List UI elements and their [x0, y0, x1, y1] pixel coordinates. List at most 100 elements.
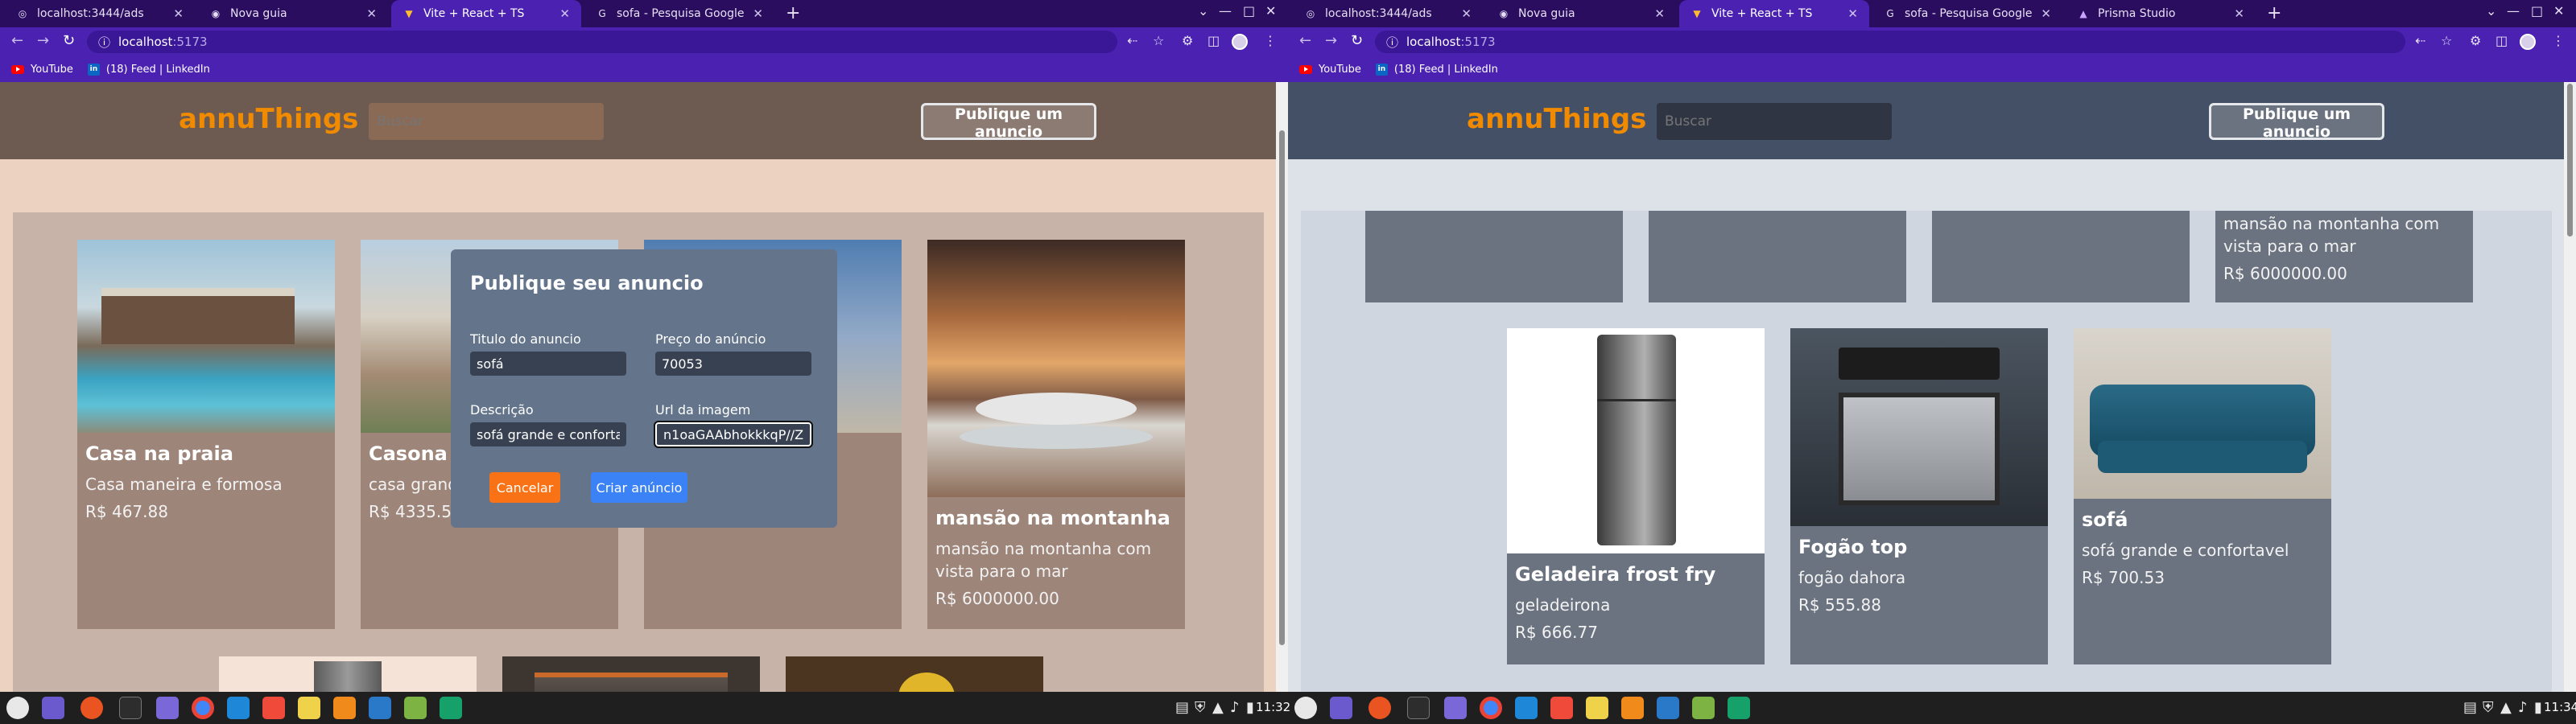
firefox-icon[interactable]: [1368, 697, 1391, 719]
android-icon[interactable]: [404, 697, 427, 719]
ad-card[interactable]: [1932, 211, 2190, 302]
shield-icon[interactable]: ⛨: [2483, 699, 2494, 716]
share-icon[interactable]: ⇠: [2415, 33, 2425, 48]
mongodb-compass-icon[interactable]: [440, 697, 462, 719]
menu-kebab-icon[interactable]: ⋮: [2552, 33, 2565, 48]
close-tab-icon[interactable]: ✕: [2041, 6, 2051, 21]
httpie-icon[interactable]: [262, 697, 285, 719]
vscode-icon[interactable]: [227, 697, 250, 719]
ad-card[interactable]: mansão na montanha com vista para o mar …: [2215, 211, 2473, 302]
sublime-icon[interactable]: [333, 697, 356, 719]
bookmark-youtube[interactable]: YouTube: [11, 64, 73, 76]
bookmark-linkedin[interactable]: in (18) Feed | LinkedIn: [1375, 63, 1498, 76]
clipboard-icon[interactable]: ▤: [1175, 699, 1189, 716]
ad-card[interactable]: [786, 656, 1043, 692]
mongodb-compass-icon[interactable]: [1728, 697, 1750, 719]
battery-icon[interactable]: ▮: [2534, 699, 2542, 716]
clock[interactable]: 11:34: [2544, 700, 2576, 714]
back-icon[interactable]: ←: [11, 32, 23, 49]
close-tab-icon[interactable]: ✕: [559, 6, 570, 21]
image-url-input[interactable]: [654, 421, 813, 448]
title-input[interactable]: [470, 352, 626, 376]
chrome-icon[interactable]: [1480, 697, 1502, 719]
network-icon[interactable]: ▲: [1212, 699, 1224, 716]
android-studio-icon[interactable]: [1657, 697, 1679, 719]
files-icon[interactable]: [42, 697, 64, 719]
site-info-icon[interactable]: ⓘ: [98, 34, 110, 51]
battery-icon[interactable]: ▮: [1246, 699, 1254, 716]
vscode-icon[interactable]: [1515, 697, 1538, 719]
tab-prisma-studio[interactable]: ▲ Prisma Studio ✕: [2066, 0, 2256, 27]
close-tab-icon[interactable]: ✕: [1461, 6, 1472, 21]
publish-ad-button[interactable]: Publique um anuncio: [921, 103, 1096, 141]
profile-avatar[interactable]: [1232, 34, 1248, 50]
scrollbar-thumb[interactable]: [1279, 130, 1285, 645]
tab-nova-guia[interactable]: ◉ Nova guia ✕: [1486, 0, 1676, 27]
back-icon[interactable]: ←: [1299, 32, 1311, 49]
ad-card[interactable]: [502, 656, 760, 692]
close-tab-icon[interactable]: ✕: [366, 6, 377, 21]
tab-sofa-google[interactable]: G sofa - Pesquisa Google ✕: [584, 0, 774, 27]
create-ad-button[interactable]: Criar anúncio: [591, 472, 687, 503]
ad-card[interactable]: Geladeira frost fry geladeirona R$ 666.7…: [1507, 328, 1765, 664]
app-logo[interactable]: annuThings: [179, 103, 358, 135]
bookmark-star-icon[interactable]: ☆: [1153, 33, 1164, 48]
address-bar[interactable]: ⓘ localhost:5173: [1375, 31, 2405, 53]
httpie-icon[interactable]: [1550, 697, 1573, 719]
reload-icon[interactable]: ↻: [1351, 32, 1363, 49]
ad-card[interactable]: [219, 656, 477, 692]
android-icon[interactable]: [1692, 697, 1715, 719]
ad-card[interactable]: Casa na praia Casa maneira e formosa R$ …: [77, 240, 335, 629]
maximize-icon[interactable]: □: [1243, 3, 1255, 19]
tab-vite-react[interactable]: ▼ Vite + React + TS ✕: [1679, 0, 1869, 27]
close-tab-icon[interactable]: ✕: [1847, 6, 1858, 21]
clock[interactable]: 11:32: [1256, 700, 1290, 714]
android-studio-icon[interactable]: [369, 697, 391, 719]
firefox-icon[interactable]: [80, 697, 103, 719]
folder-icon[interactable]: [1444, 697, 1467, 719]
tab-vite-react[interactable]: ▼ Vite + React + TS ✕: [391, 0, 581, 27]
tab-search-icon[interactable]: ⌄: [1198, 3, 1208, 19]
description-input[interactable]: [470, 422, 626, 446]
cancel-button[interactable]: Cancelar: [489, 472, 560, 503]
folder-icon[interactable]: [156, 697, 179, 719]
files-icon[interactable]: [1330, 697, 1352, 719]
profile-avatar[interactable]: [2520, 34, 2536, 50]
publish-ad-button[interactable]: Publique um anuncio: [2209, 103, 2384, 141]
page-scrollbar[interactable]: [2564, 82, 2576, 692]
terminal-icon[interactable]: [119, 697, 142, 719]
tab-localhost-ads[interactable]: ◎ localhost:3444/ads ✕: [1293, 0, 1483, 27]
extensions-icon[interactable]: ⚙: [1182, 33, 1193, 48]
ad-card[interactable]: Fogão top fogão dahora R$ 555.88: [1790, 328, 2048, 664]
forward-icon[interactable]: →: [1325, 32, 1337, 49]
app-logo[interactable]: annuThings: [1467, 103, 1646, 135]
scrollbar-thumb[interactable]: [2567, 84, 2573, 237]
extensions-icon[interactable]: ⚙: [2470, 33, 2481, 48]
address-bar[interactable]: ⓘ localhost:5173: [87, 31, 1117, 53]
page-scrollbar[interactable]: [1276, 82, 1288, 692]
menu-icon[interactable]: [1294, 697, 1317, 719]
close-window-icon[interactable]: ✕: [2553, 3, 2564, 19]
terminal-icon[interactable]: [1407, 697, 1430, 719]
reload-icon[interactable]: ↻: [63, 32, 75, 49]
volume-icon[interactable]: ♪: [2518, 699, 2528, 716]
tab-localhost-ads[interactable]: ◎ localhost:3444/ads ✕: [5, 0, 195, 27]
close-tab-icon[interactable]: ✕: [1654, 6, 1665, 21]
new-tab-icon[interactable]: +: [2267, 3, 2281, 23]
search-input[interactable]: [1657, 103, 1892, 140]
minimize-icon[interactable]: —: [1219, 3, 1232, 19]
chrome-icon[interactable]: [192, 697, 214, 719]
menu-kebab-icon[interactable]: ⋮: [1264, 33, 1277, 48]
maximize-icon[interactable]: □: [2531, 3, 2543, 19]
bookmark-linkedin[interactable]: in (18) Feed | LinkedIn: [87, 63, 210, 76]
price-input[interactable]: [655, 352, 811, 376]
share-icon[interactable]: ⇠: [1127, 33, 1137, 48]
new-tab-icon[interactable]: +: [786, 3, 800, 23]
close-tab-icon[interactable]: ✕: [753, 6, 763, 21]
ad-card[interactable]: sofá sofá grande e confortavel R$ 700.53: [2074, 328, 2331, 664]
side-panel-icon[interactable]: ◫: [2496, 33, 2508, 48]
shield-icon[interactable]: ⛨: [1195, 699, 1206, 716]
settings-icon[interactable]: [1586, 697, 1608, 719]
bookmark-youtube[interactable]: YouTube: [1299, 64, 1361, 76]
clipboard-icon[interactable]: ▤: [2463, 699, 2477, 716]
